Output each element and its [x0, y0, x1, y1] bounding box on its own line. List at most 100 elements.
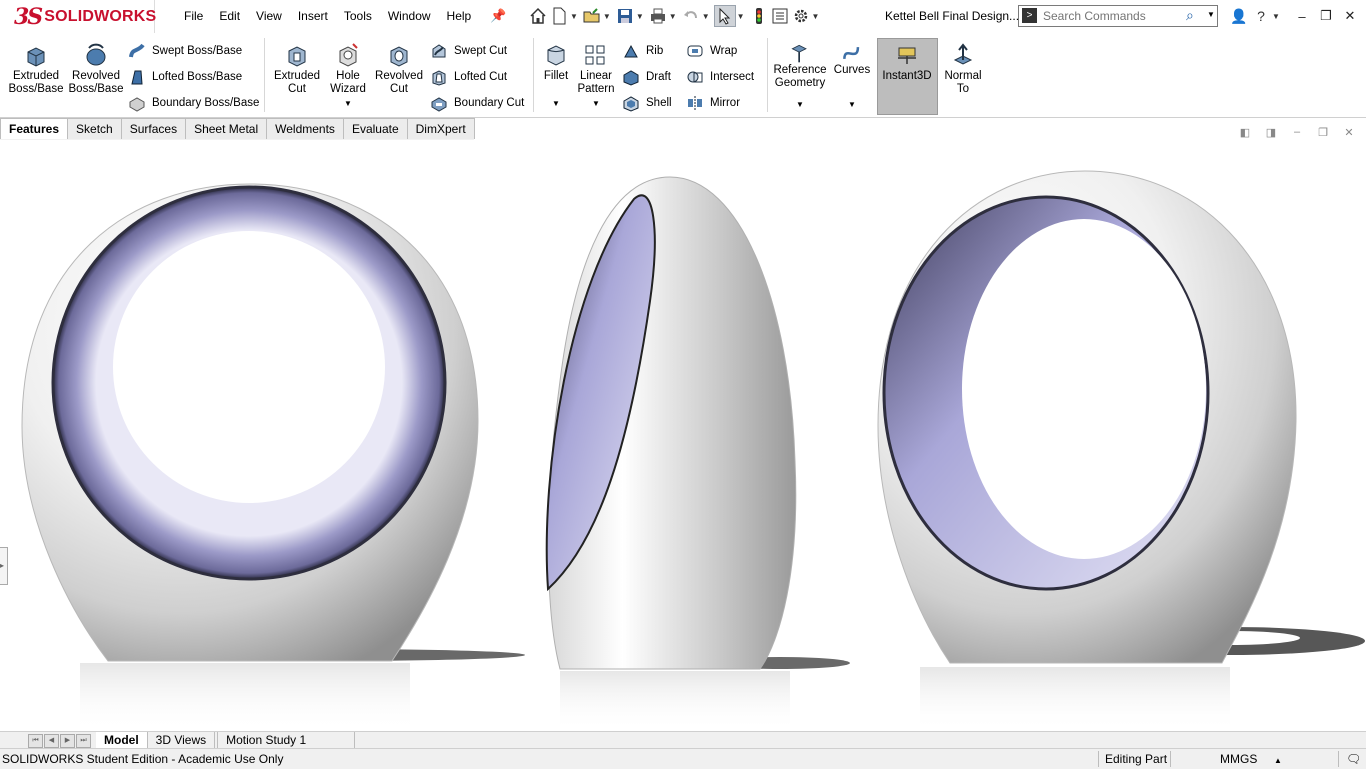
new-dropdown-icon[interactable]: ▼ [570, 12, 578, 21]
user-account-icon[interactable]: 👤 [1228, 6, 1250, 26]
tab-sketch[interactable]: Sketch [67, 118, 122, 139]
select-dropdown-icon[interactable]: ▼ [737, 12, 745, 21]
intersect-button[interactable]: Intersect [686, 68, 754, 86]
shell-button[interactable]: Shell [622, 94, 672, 112]
viewport-restore-icon[interactable]: ❐ [1310, 124, 1336, 140]
search-input[interactable] [1041, 7, 1195, 25]
account-help-area: 👤 ? ▼ [1228, 6, 1284, 26]
print-icon[interactable] [648, 6, 668, 26]
linear-pattern-dropdown-icon[interactable]: ▼ [592, 97, 600, 110]
collapse-right-icon[interactable]: ◨ [1258, 124, 1284, 140]
fillet-label: Fillet [543, 70, 569, 82]
tab-evaluate[interactable]: Evaluate [342, 118, 408, 139]
swept-cut-label: Swept Cut [454, 45, 508, 57]
revolved-boss-button[interactable]: Revolved Boss/Base [68, 42, 124, 96]
revolved-cut-icon [390, 46, 408, 67]
undo-icon[interactable] [681, 6, 701, 26]
tab-dimxpert[interactable]: DimXpert [406, 118, 475, 139]
curves-dropdown-icon[interactable]: ▼ [848, 98, 856, 111]
curves-button[interactable]: Curves ▼ [832, 42, 872, 111]
menu-insert[interactable]: Insert [290, 8, 336, 24]
instant3d-button[interactable]: Instant3D [879, 42, 935, 83]
mirror-label: Mirror [710, 97, 741, 109]
options-dropdown-icon[interactable]: ▼ [812, 12, 820, 21]
mirror-button[interactable]: Mirror [686, 94, 740, 112]
options-gear-icon[interactable] [791, 6, 811, 26]
lofted-boss-button[interactable]: Lofted Boss/Base [128, 68, 242, 86]
help-icon[interactable]: ? [1250, 6, 1272, 26]
swept-cut-button[interactable]: Swept Cut [430, 42, 507, 60]
tab-features[interactable]: Features [0, 118, 69, 139]
tab-weldments[interactable]: Weldments [266, 118, 344, 139]
save-dropdown-icon[interactable]: ▼ [636, 12, 644, 21]
rib-button[interactable]: Rib [622, 42, 663, 60]
help-dropdown-icon[interactable]: ▼ [1272, 12, 1280, 21]
unit-system-dropdown-icon[interactable]: ▲ [1274, 753, 1282, 769]
unit-system-button[interactable]: MMGS [1220, 751, 1257, 767]
file-properties-icon[interactable] [770, 6, 790, 26]
boundary-boss-button[interactable]: Boundary Boss/Base [128, 94, 259, 112]
status-bar: SOLIDWORKS Student Edition - Academic Us… [0, 748, 1366, 769]
feedback-chat-icon[interactable]: 🗨 [1346, 751, 1361, 767]
menu-edit[interactable]: Edit [211, 8, 248, 24]
tab-3d-views[interactable]: 3D Views [148, 732, 216, 748]
minimize-window-icon[interactable]: – [1290, 6, 1314, 26]
tab-sheet-metal[interactable]: Sheet Metal [185, 118, 268, 139]
pin-menu-icon[interactable]: 📌 [490, 8, 506, 24]
print-dropdown-icon[interactable]: ▼ [669, 12, 677, 21]
hole-wizard-button[interactable]: Hole Wizard ▼ [324, 42, 372, 110]
lofted-boss-icon [131, 70, 143, 85]
menu-window[interactable]: Window [380, 8, 439, 24]
open-dropdown-icon[interactable]: ▼ [603, 12, 611, 21]
viewport-close-icon[interactable]: ✕ [1336, 124, 1362, 140]
reference-geometry-dropdown-icon[interactable]: ▼ [796, 98, 804, 111]
swept-boss-button[interactable]: Swept Boss/Base [128, 42, 242, 60]
undo-dropdown-icon[interactable]: ▼ [702, 12, 710, 21]
menu-file[interactable]: File [176, 8, 211, 24]
tab-surfaces[interactable]: Surfaces [120, 118, 187, 139]
normal-to-button[interactable]: Normal To [938, 42, 988, 96]
new-document-icon[interactable] [549, 6, 569, 26]
menu-help[interactable]: Help [439, 8, 480, 24]
close-window-icon[interactable]: ✕ [1338, 6, 1362, 26]
search-icon[interactable]: ⌕ [1186, 7, 1194, 24]
floor-reflection [80, 663, 410, 731]
hole-wizard-dropdown-icon[interactable]: ▼ [344, 97, 352, 110]
scroll-next-icon[interactable]: ▶ [60, 734, 75, 748]
fillet-button[interactable]: Fillet ▼ [538, 42, 574, 110]
boundary-cut-button[interactable]: Boundary Cut [430, 94, 524, 112]
menu-tools[interactable]: Tools [336, 8, 380, 24]
scroll-prev-icon[interactable]: ◀ [44, 734, 59, 748]
wrap-button[interactable]: Wrap [686, 42, 737, 60]
feature-manager-expand-handle[interactable]: ▸ [0, 547, 8, 585]
reference-geometry-button[interactable]: Reference Geometry ▼ [772, 42, 828, 111]
extruded-boss-label-1: Extruded [12, 70, 60, 82]
home-icon[interactable] [528, 6, 548, 26]
viewport-minimize-icon[interactable]: – [1284, 124, 1310, 140]
fillet-dropdown-icon[interactable]: ▼ [552, 97, 560, 110]
boundary-cut-icon [431, 97, 447, 112]
extruded-boss-button[interactable]: Extruded Boss/Base [8, 42, 64, 96]
scroll-last-icon[interactable]: ⏭ [76, 734, 91, 748]
extruded-cut-button[interactable]: Extruded Cut [270, 42, 324, 96]
search-dropdown-icon[interactable]: ▼ [1207, 10, 1215, 19]
select-pointer-icon[interactable] [713, 5, 736, 27]
solidworks-logo[interactable]: 3S SOLIDWORKS [0, 0, 156, 33]
tab-motion-study-1[interactable]: Motion Study 1 [217, 732, 356, 749]
tab-model[interactable]: Model [96, 732, 148, 748]
scroll-first-icon[interactable]: ⏮ [28, 734, 43, 748]
revolved-cut-button[interactable]: Revolved Cut [374, 42, 424, 96]
restore-window-icon[interactable]: ❐ [1314, 6, 1338, 26]
menu-view[interactable]: View [248, 8, 290, 24]
rebuild-traffic-light-icon[interactable] [749, 6, 769, 26]
save-icon[interactable] [615, 6, 635, 26]
collapse-left-icon[interactable]: ◧ [1232, 124, 1258, 140]
hole-wizard-icon [339, 43, 358, 67]
draft-button[interactable]: Draft [622, 68, 671, 86]
open-folder-icon[interactable] [582, 6, 602, 26]
lofted-cut-button[interactable]: Lofted Cut [430, 68, 507, 86]
linear-pattern-button[interactable]: Linear Pattern ▼ [574, 42, 618, 110]
search-commands[interactable]: > ⌕ ▼ [1018, 5, 1218, 27]
lofted-boss-label: Lofted Boss/Base [152, 71, 243, 83]
graphics-area[interactable]: ▸ [0, 141, 1366, 731]
